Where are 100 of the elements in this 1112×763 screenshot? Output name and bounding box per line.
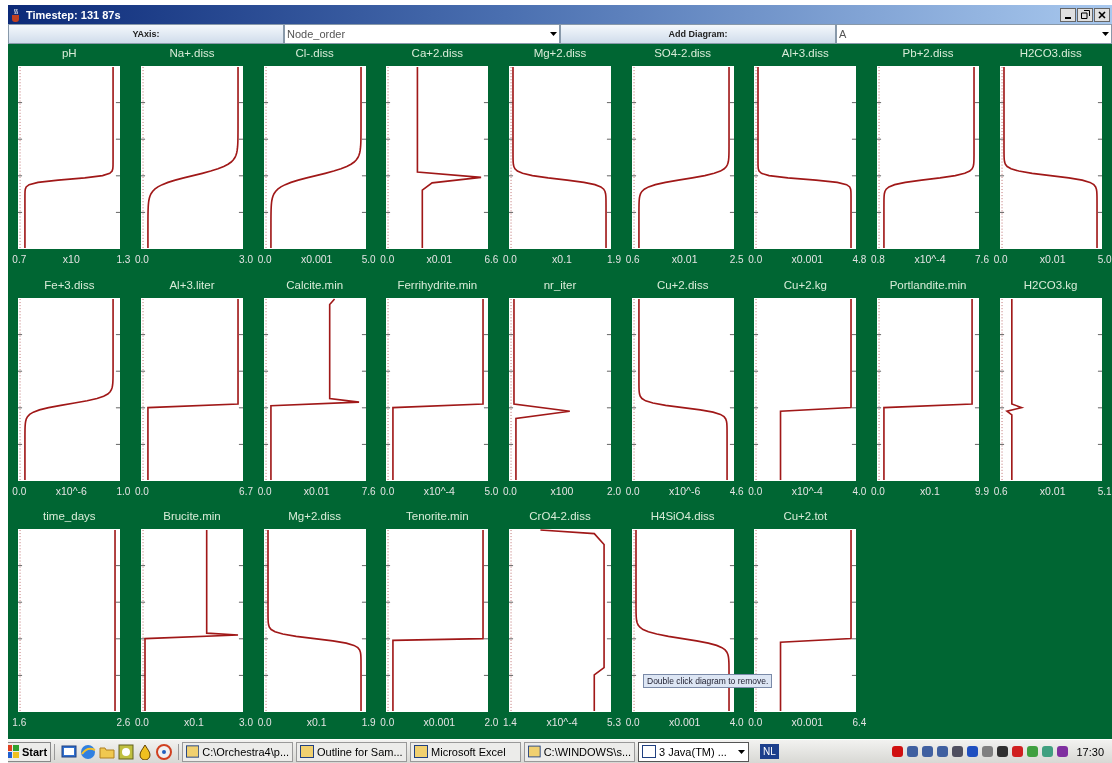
minimize-button[interactable] [1060, 7, 1076, 22]
axis-min: 0.0 [625, 717, 640, 729]
yaxis-button[interactable]: YAxis: [8, 24, 284, 44]
axis-scale: x10^-4 [914, 252, 946, 265]
axis-min: 0.8 [871, 254, 885, 265]
diagram-title: H4SiO4.diss [650, 510, 715, 525]
taskbar-button[interactable]: C:\WINDOWS\s... [524, 741, 636, 762]
window-icon [300, 745, 315, 758]
axis-min: 0.0 [748, 717, 763, 729]
axis-min: 0.0 [380, 254, 395, 265]
axis-scale: x0.1 [552, 252, 572, 265]
desktop-icon[interactable] [61, 743, 78, 760]
window-icon [186, 745, 200, 758]
axis-scale: x0.1 [920, 483, 940, 497]
axis-scale: x0.001 [668, 715, 701, 729]
axis-scale: x10^-4 [423, 483, 455, 497]
tray-icon[interactable] [965, 744, 981, 759]
minimize-icon [1065, 16, 1071, 19]
diagram-title: H2CO3.kg [1023, 278, 1078, 293]
axis-min: 0.0 [380, 485, 395, 497]
diagram-title: Ca+2.diss [411, 47, 464, 61]
add-diagram-button[interactable]: Add Diagram: [560, 24, 836, 44]
diagram-title: Mg+2.diss [533, 47, 587, 61]
profile-plot[interactable] [18, 529, 121, 713]
axis-max: 4.0 [852, 485, 867, 497]
profile-plot[interactable] [999, 297, 1102, 481]
axis-max: 2.0 [484, 717, 499, 729]
profile-plot[interactable] [509, 529, 611, 713]
axis-min: 0.0 [871, 485, 885, 497]
diagram-title: Fe+3.diss [44, 278, 95, 293]
tray-icon[interactable] [920, 744, 936, 759]
axis-max: 4.8 [852, 254, 867, 265]
tray-icon[interactable] [1055, 744, 1071, 759]
axis-min: 0.0 [503, 254, 517, 265]
axis-max: 5.0 [361, 254, 376, 265]
axis-min: 0.0 [748, 485, 763, 497]
axis-max: 2.6 [116, 717, 131, 729]
start-button[interactable]: Start [8, 741, 52, 762]
restore-icon [1080, 10, 1090, 19]
diagram-title: Ferrihydrite.min [397, 278, 478, 293]
drop-icon[interactable] [137, 743, 154, 760]
window-icon[interactable] [118, 743, 135, 760]
axis-max: 5.3 [607, 717, 621, 729]
axis-scale: x0.001 [423, 715, 456, 729]
axis-min: 0.0 [12, 485, 27, 497]
axis-min: 0.0 [135, 717, 149, 729]
diagram-title: nr_iter [543, 278, 577, 293]
axis-min: 1.6 [12, 717, 27, 729]
axis-max: 5.0 [484, 485, 499, 497]
axis-min: 0.0 [257, 717, 272, 729]
diagram-title: Portlandite.min [889, 278, 967, 293]
axis-max: 1.3 [116, 254, 131, 265]
axis-max: 1.9 [361, 717, 376, 729]
axis-min: 0.0 [748, 254, 763, 265]
diagram-title: Cu+2.tot [783, 510, 828, 525]
axis-max: 6.7 [239, 485, 253, 497]
window-title: Timestep: 131 87s [26, 8, 121, 21]
axis-scale: x0.01 [303, 483, 330, 497]
disc-icon[interactable] [156, 743, 173, 760]
taskbar-button[interactable]: Outline for Sam... [296, 741, 408, 762]
diagram-title: Al+3.liter [169, 278, 215, 293]
axis-max: 6.6 [484, 254, 499, 265]
diagram-title: Brucite.min [163, 510, 221, 525]
diagram-title: Na+.diss [169, 47, 215, 61]
clock: 17:30 [1076, 745, 1104, 758]
axis-max: 4.6 [729, 485, 744, 497]
axis-scale: x10^-6 [55, 483, 87, 497]
axis-max: 2.0 [607, 485, 621, 497]
diagram-title: Cl-.diss [295, 47, 334, 61]
axis-scale: x100 [550, 483, 574, 497]
axis-max: 1.0 [116, 485, 131, 497]
axis-min: 0.0 [993, 254, 1008, 265]
restore-button[interactable] [1077, 7, 1093, 22]
window-icon [642, 745, 657, 758]
axis-scale: x10^-4 [546, 715, 578, 729]
taskbar-button[interactable]: Microsoft Excel [410, 741, 522, 762]
tray-icon[interactable] [950, 744, 966, 759]
axis-max: 3.0 [239, 254, 253, 265]
profile-plot[interactable] [509, 297, 611, 481]
flag-icon [8, 745, 20, 758]
axis-max: 2.5 [729, 254, 744, 265]
language-indicator[interactable]: NL [760, 744, 779, 759]
diagram-dropdown[interactable]: A [836, 24, 1112, 44]
yaxis-dropdown[interactable]: Node_order [284, 24, 560, 44]
axis-scale: x10^-4 [791, 483, 823, 497]
axis-min: 0.6 [625, 254, 640, 265]
tray-icon[interactable] [995, 744, 1011, 759]
globe-icon[interactable] [80, 743, 97, 760]
tray-icon[interactable] [905, 744, 921, 759]
diagram-title: Cu+2.diss [656, 278, 709, 293]
close-button[interactable] [1094, 7, 1110, 22]
tray-icon[interactable] [935, 744, 951, 759]
taskbar-button[interactable]: C:\Orchestra4\p... [182, 741, 294, 762]
axis-scale: x0.01 [1039, 483, 1066, 497]
taskbar-button[interactable]: 3 Java(TM) ... [638, 741, 750, 762]
profile-plot[interactable] [754, 297, 857, 481]
axis-max: 7.6 [975, 254, 989, 265]
tray-icon[interactable] [890, 744, 906, 759]
axis-scale: x0.001 [300, 252, 333, 265]
profile-plot[interactable] [386, 66, 489, 249]
